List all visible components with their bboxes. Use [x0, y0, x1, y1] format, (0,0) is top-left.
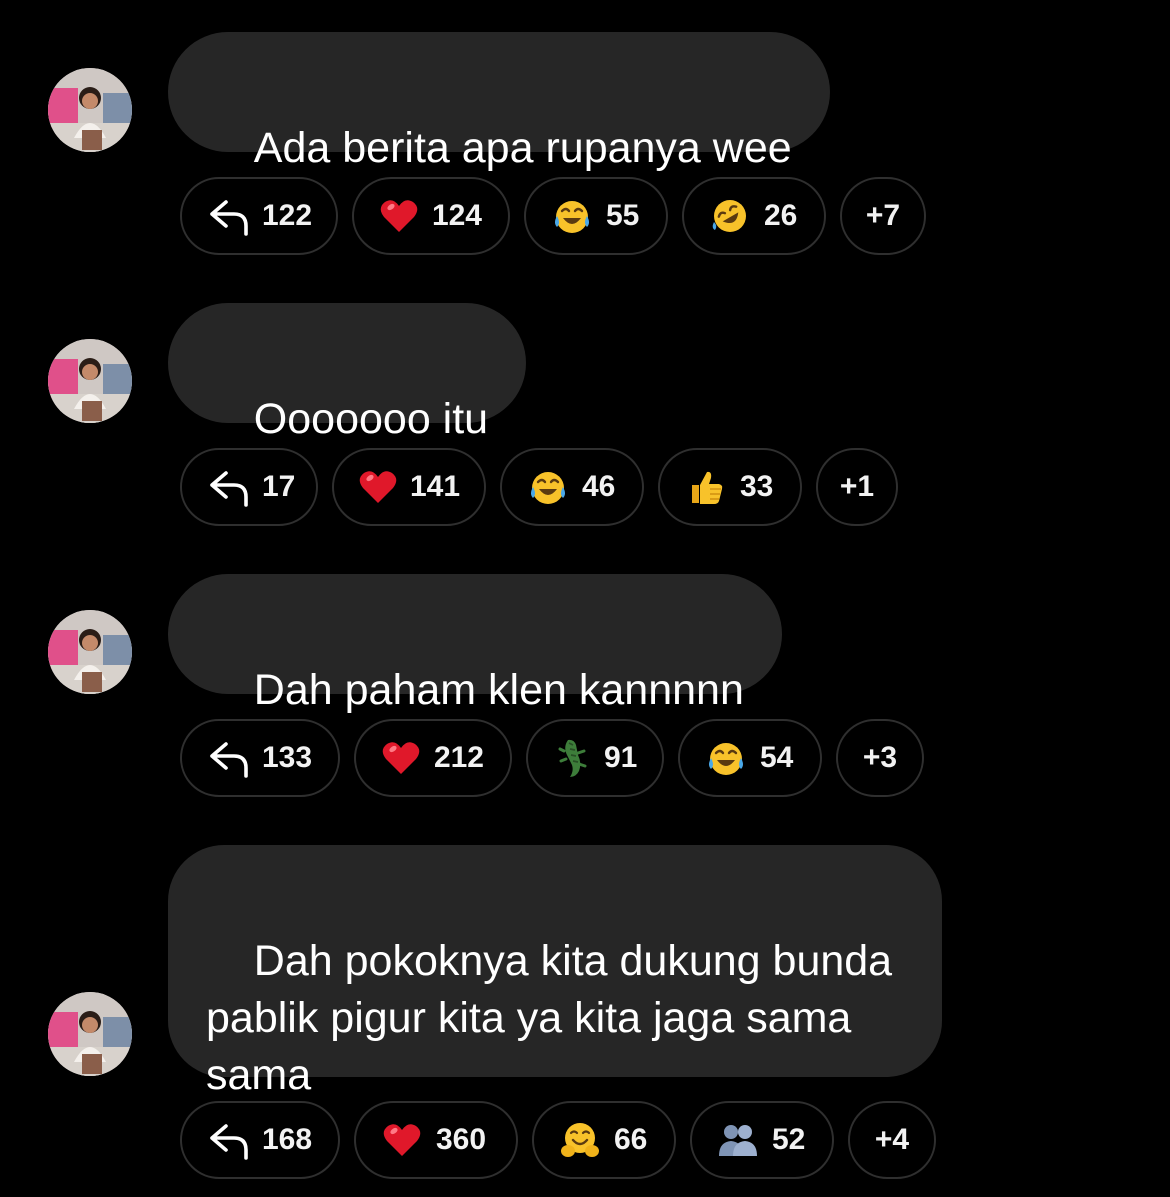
- message-bubble[interactable]: Ooooooo itu: [168, 303, 527, 443]
- reaction-hugging-face[interactable]: 66: [532, 1101, 676, 1179]
- avatar[interactable]: [48, 992, 132, 1076]
- reply-button[interactable]: 17: [180, 448, 318, 526]
- more-count: +1: [839, 470, 875, 503]
- message-bubble[interactable]: Ada berita apa rupanya wee: [168, 32, 830, 172]
- hugging-face-icon: [558, 1118, 602, 1162]
- heart-icon: [358, 465, 398, 509]
- thumbs-up-icon: [684, 465, 728, 509]
- reaction-bar: 133 212 91 54 +3: [180, 719, 924, 797]
- reaction-tears-of-joy[interactable]: 55: [524, 177, 668, 255]
- reaction-thumbs-up[interactable]: 33: [658, 448, 802, 526]
- message-bubble[interactable]: Dah pokoknya kita dukung bunda pablik pi…: [168, 845, 942, 1099]
- reaction-tears-of-joy[interactable]: 54: [678, 719, 822, 797]
- reply-button[interactable]: 168: [180, 1101, 340, 1179]
- reply-button[interactable]: 133: [180, 719, 340, 797]
- tears-of-joy-icon: [704, 736, 748, 780]
- reaction-count: 141: [410, 470, 461, 503]
- heart-icon: [378, 194, 420, 238]
- rolling-laughing-icon: [708, 194, 752, 238]
- reaction-heart[interactable]: 141: [332, 448, 486, 526]
- reaction-bar: 122 124 55 26 +7: [180, 177, 926, 255]
- reaction-count: 360: [436, 1123, 487, 1156]
- avatar[interactable]: [48, 68, 132, 152]
- reply-icon: [206, 465, 250, 509]
- more-reactions-button[interactable]: +7: [840, 177, 926, 255]
- reaction-count: 46: [582, 470, 616, 503]
- reaction-heart[interactable]: 212: [354, 719, 512, 797]
- reply-count: 168: [262, 1123, 313, 1156]
- reaction-tears-of-joy[interactable]: 46: [500, 448, 644, 526]
- reaction-crocodile[interactable]: 91: [526, 719, 664, 797]
- busts-icon: [716, 1118, 760, 1162]
- reaction-heart[interactable]: 360: [354, 1101, 518, 1179]
- avatar[interactable]: [48, 610, 132, 694]
- reply-icon: [206, 736, 250, 780]
- crocodile-icon: [552, 736, 592, 780]
- reaction-count: 33: [740, 470, 774, 503]
- reaction-heart[interactable]: 124: [352, 177, 510, 255]
- reaction-count: 124: [431, 199, 482, 232]
- message-text: Dah paham klen kannnnn: [253, 666, 744, 714]
- tears-of-joy-icon: [526, 465, 570, 509]
- message-text: Dah pokoknya kita dukung bunda pablik pi…: [206, 937, 893, 1099]
- reaction-busts[interactable]: 52: [690, 1101, 834, 1179]
- reply-icon: [206, 1118, 250, 1162]
- more-reactions-button[interactable]: +4: [848, 1101, 936, 1179]
- reaction-bar: 168 360 66 52 +4: [180, 1101, 936, 1179]
- reply-count: 122: [262, 199, 313, 232]
- reaction-count: 212: [433, 741, 484, 774]
- message-bubble[interactable]: Dah paham klen kannnnn: [168, 574, 782, 714]
- more-count: +3: [862, 741, 898, 774]
- reply-button[interactable]: 122: [180, 177, 338, 255]
- heart-icon: [380, 736, 422, 780]
- more-reactions-button[interactable]: +1: [816, 448, 898, 526]
- reaction-count: 26: [764, 199, 798, 232]
- reaction-count: 55: [606, 199, 640, 232]
- tears-of-joy-icon: [550, 194, 594, 238]
- reply-icon: [206, 194, 250, 238]
- more-count: +4: [874, 1123, 910, 1156]
- message-text: Ada berita apa rupanya wee: [253, 124, 792, 172]
- more-count: +7: [865, 199, 901, 232]
- reaction-bar: 17 141 46 33 +1: [180, 448, 898, 526]
- avatar[interactable]: [48, 339, 132, 423]
- reply-count: 17: [262, 470, 296, 503]
- reply-count: 133: [262, 741, 313, 774]
- reaction-count: 54: [760, 741, 794, 774]
- heart-icon: [380, 1118, 424, 1162]
- reaction-count: 52: [772, 1123, 806, 1156]
- reaction-count: 66: [614, 1123, 648, 1156]
- reaction-count: 91: [604, 741, 638, 774]
- reaction-rolling-laughing[interactable]: 26: [682, 177, 826, 255]
- message-text: Ooooooo itu: [253, 395, 489, 443]
- more-reactions-button[interactable]: +3: [836, 719, 924, 797]
